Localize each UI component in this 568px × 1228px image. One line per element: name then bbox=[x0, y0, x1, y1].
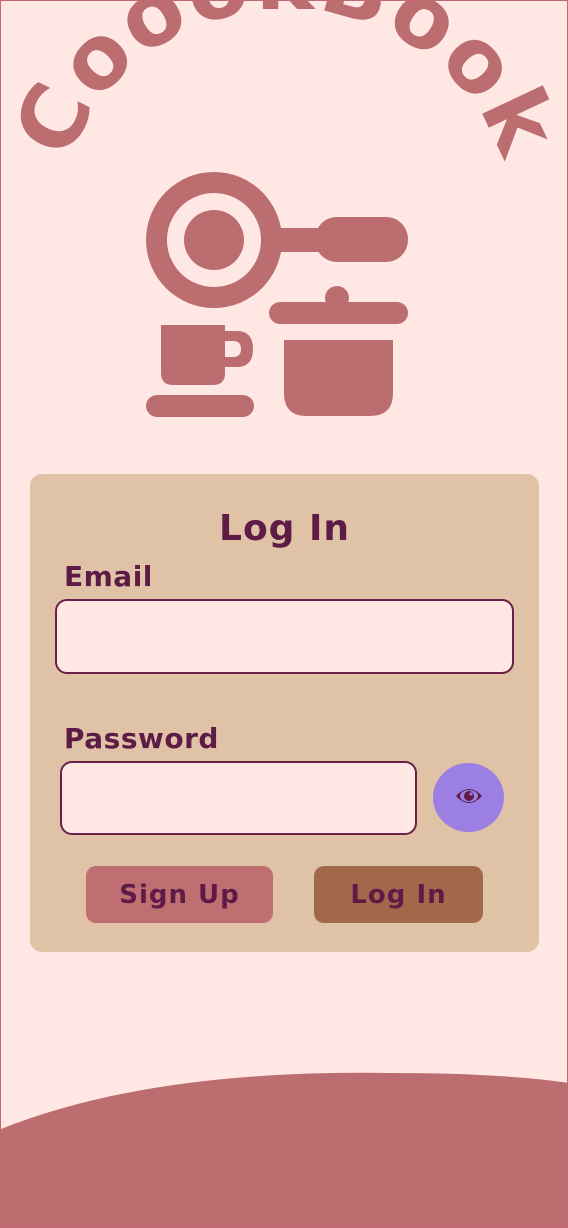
bottom-wave-decoration bbox=[1, 1072, 567, 1227]
app-name: CoookBook bbox=[1, 1, 567, 171]
password-label: Password bbox=[64, 722, 219, 755]
email-label: Email bbox=[64, 560, 153, 593]
frying-pan-icon bbox=[146, 172, 408, 308]
cooking-pot-icon bbox=[269, 286, 408, 416]
log-in-button[interactable]: Log In bbox=[314, 866, 483, 923]
coffee-cup-icon bbox=[146, 325, 254, 417]
app-name-arc: CoookBook bbox=[1, 1, 568, 171]
password-input[interactable] bbox=[60, 761, 417, 835]
login-title: Log In bbox=[219, 508, 350, 549]
login-screen: CoookBook bbox=[0, 0, 568, 1228]
sign-up-button[interactable]: Sign Up bbox=[86, 866, 273, 923]
eye-icon bbox=[454, 786, 484, 809]
cookbook-logo-graphic: CoookBook bbox=[1, 1, 568, 417]
app-logo: CoookBook bbox=[1, 1, 568, 441]
email-input[interactable] bbox=[55, 599, 514, 674]
login-card: Log In Email Password Sign Up Log In bbox=[30, 474, 539, 952]
toggle-password-visibility-button[interactable] bbox=[433, 763, 504, 832]
